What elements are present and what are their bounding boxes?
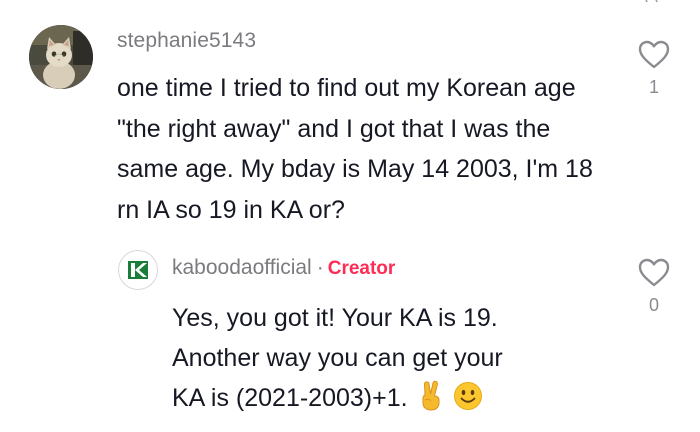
scroll-remnant-marks	[645, 0, 658, 3]
separator-dot: ·	[316, 256, 324, 279]
creator-avatar[interactable]	[118, 250, 158, 290]
creator-badge: Creator	[327, 258, 396, 279]
reply-text-line: KA is (2021-2003)+1.	[172, 384, 408, 412]
user-avatar[interactable]	[29, 25, 93, 89]
heart-outline-icon[interactable]	[638, 40, 670, 69]
comment-like-count: 1	[648, 77, 659, 97]
heart-outline-icon[interactable]	[638, 258, 670, 287]
comment-like-group: 1	[634, 40, 674, 98]
reply-text-line-with-emoji: KA is (2021-2003)+1.	[172, 378, 592, 418]
reply-username[interactable]: kaboodaofficial	[172, 256, 312, 279]
reply-like-count: 0	[648, 295, 659, 315]
kabooda-logo	[128, 261, 148, 279]
victory-hand-emoji	[422, 380, 440, 411]
comment-username[interactable]: stephanie5143	[117, 29, 256, 53]
reply-like-group: 0	[634, 258, 674, 316]
reply-header: kaboodaofficial · Creator	[172, 256, 395, 280]
comment-text: one time I tried to find out my Korean a…	[117, 74, 593, 224]
reply-text-line: Another way you can get your	[172, 344, 503, 372]
cat-photo-avatar	[29, 25, 93, 89]
smiling-face-emoji	[454, 382, 483, 410]
reply-text: Yes, you got it! Your KA is 19. Another …	[172, 298, 592, 418]
reply-text-line: Yes, you got it! Your KA is 19.	[172, 304, 498, 332]
